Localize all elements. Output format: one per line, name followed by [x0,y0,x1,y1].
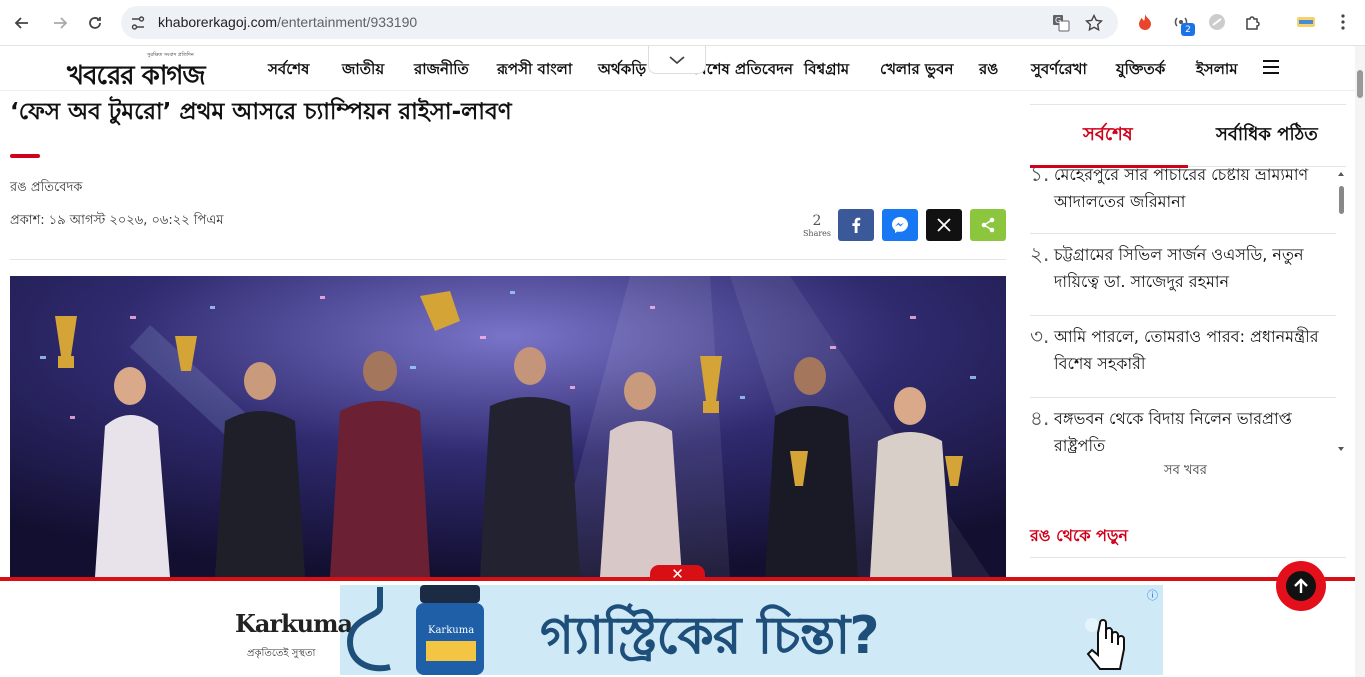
share-count-number: 2 [812,213,822,229]
menu-item-latest[interactable]: সর্বশেষ [268,58,309,83]
article-title: ‘ফেস অব টুমরো’ প্রথম আসরে চ্যাম্পিয়ন রা… [10,99,512,125]
news-headline[interactable]: চট্টগ্রামের সিভিল সার্জন ওএসডি, নতুন দায… [1054,241,1336,295]
sidebar-scroll-thumb[interactable] [1339,186,1344,214]
svg-text:G: G [1055,16,1061,25]
news-number: ৪. [1030,406,1050,430]
messenger-icon [892,217,908,233]
read-more-rule [1030,557,1346,558]
extension-badge: 2 [1181,23,1195,36]
publish-date: প্রকাশ: ১৯ আগস্ট ২০২৬, ০৬:২২ পিএম [10,213,224,228]
tab-most-read[interactable]: সর্বাধিক পঠিত [1216,120,1318,151]
menu-item-sports[interactable]: খেলার ভুবন [880,58,953,83]
title-underline [10,154,40,158]
sidebar-top-rule [1030,104,1346,105]
reload-button[interactable] [81,9,109,37]
list-item[interactable]: ৩. আমি পারলে, তোমরাও পারব: প্রধানমন্ত্রী… [1030,316,1336,398]
news-number: ৩. [1030,324,1050,348]
arrow-right-icon [54,17,68,29]
url-path: /entertainment/933190 [277,14,418,30]
latest-news-list: ১. মেহেরপুরে সার পাচারের চেষ্টায় ভ্রাম্… [1030,168,1336,453]
site-info-icon[interactable] [129,14,147,32]
supplement-bottle-icon: Karkuma [416,585,484,675]
facebook-share-button[interactable] [838,209,874,241]
menu-item-islam[interactable]: ইসলাম [1196,58,1238,83]
extensions-puzzle-icon[interactable] [1242,11,1264,33]
menu-item-special-report[interactable]: বিশেষ প্রতিবেদন [694,58,793,83]
header-collapse-toggle[interactable] [648,46,706,74]
facebook-icon [852,217,861,233]
site-logo[interactable]: সুরক্ষিত সংবাদ প্রতিদিন খবরের কাগজ [67,50,227,91]
list-item[interactable]: ২. চট্টগ্রামের সিভিল সার্জন ওএসডি, নতুন … [1030,234,1336,316]
share-count: 2 Shares [800,213,834,238]
x-share-button[interactable] [926,209,962,241]
menu-item-economy[interactable]: অর্থকড়ি [598,58,646,83]
page-scroll-thumb[interactable] [1357,70,1363,98]
ad-brand: Karkuma [235,609,353,638]
url-host: khaborerkagoj.com [158,14,278,30]
hamburger-menu-icon[interactable] [1263,60,1279,74]
arrow-left-icon [14,17,28,29]
messenger-share-button[interactable] [882,209,918,241]
profile-avatar[interactable] [1295,11,1317,33]
hand-pointer-icon [1085,618,1125,670]
news-headline[interactable]: আমি পারলে, তোমরাও পারব: প্রধানমন্ত্রীর ব… [1054,323,1336,377]
back-button[interactable] [8,9,36,37]
menu-item-rupasi-bangla[interactable]: রূপসী বাংলা [497,58,572,83]
bookmark-star-icon[interactable] [1084,13,1104,33]
chevron-down-icon [669,55,685,64]
tab-latest[interactable]: সর্বশেষ [1083,120,1133,151]
reload-icon [89,17,101,29]
browser-menu-icon[interactable] [1332,11,1354,33]
menu-item-entertainment[interactable]: রঙ [979,58,998,83]
news-number: ১. [1030,168,1050,186]
x-icon [937,218,951,232]
read-more-heading[interactable]: রঙ থেকে পড়ুন [1030,523,1128,550]
menu-item-national[interactable]: জাতীয় [342,58,384,83]
news-headline[interactable]: মেহেরপুরে সার পাচারের চেষ্টায় ভ্রাম্যমা… [1054,168,1336,215]
list-item[interactable]: ৪. বঙ্গভবন থেকে বিদায় নিলেন ভারপ্রাপ্ত … [1030,398,1336,453]
browser-toolbar: khaborerkagoj.com/entertainment/933190 G… [0,0,1365,46]
more-share-button[interactable] [970,209,1006,241]
back-to-top-button[interactable] [1276,561,1326,611]
url-text: khaborerkagoj.com/entertainment/933190 [158,14,417,30]
article-hero-image [10,276,1006,577]
tab-baseline [1188,166,1346,167]
menu-item-politics[interactable]: রাজনীতি [414,58,469,83]
all-news-link[interactable]: সব খবর [1164,461,1207,482]
ad-headline: গ্যাস্ট্রিকের চিন্তা? [540,606,880,666]
svg-text:Karkuma: Karkuma [428,625,474,636]
arrow-up-icon [1286,571,1316,601]
menu-item-world[interactable]: বিশ্বগ্রাম [804,58,849,83]
meta-divider [10,259,1006,260]
menu-item-subarnarekha[interactable]: সুবর্ণরেখা [1031,58,1087,83]
news-headline[interactable]: বঙ্গভবন থেকে বিদায় নিলেন ভারপ্রাপ্ত রাষ… [1054,405,1336,453]
article-byline[interactable]: রঙ প্রতিবেদক [10,178,82,199]
news-number: ২. [1030,242,1050,266]
translate-icon[interactable]: G [1051,13,1071,33]
extension-gray-icon[interactable] [1206,11,1228,33]
ad-banner[interactable]: Karkuma প্রকৃতিতেই সুস্থতা Karkuma গ্যাস… [200,585,1163,675]
ad-info-icon[interactable]: ⓘ [1147,587,1158,603]
menu-item-opinion[interactable]: যুক্তিতর্ক [1116,58,1165,83]
list-item[interactable]: ১. মেহেরপুরে সার পাচারের চেষ্টায় ভ্রাম্… [1030,168,1336,234]
share-count-label: Shares [802,229,832,238]
ad-brand-panel: Karkuma প্রকৃতিতেই সুস্থতা [200,585,353,675]
address-bar[interactable]: khaborerkagoj.com/entertainment/933190 G [121,6,1118,39]
share-icon [981,217,995,233]
forward-button[interactable] [46,9,74,37]
ad-close-button[interactable]: ✕ [650,565,705,583]
page-scrollbar[interactable] [1355,46,1365,677]
extension-fire-icon[interactable] [1134,11,1156,33]
ad-tagline: প্রকৃতিতেই সুস্থতা [247,648,316,659]
